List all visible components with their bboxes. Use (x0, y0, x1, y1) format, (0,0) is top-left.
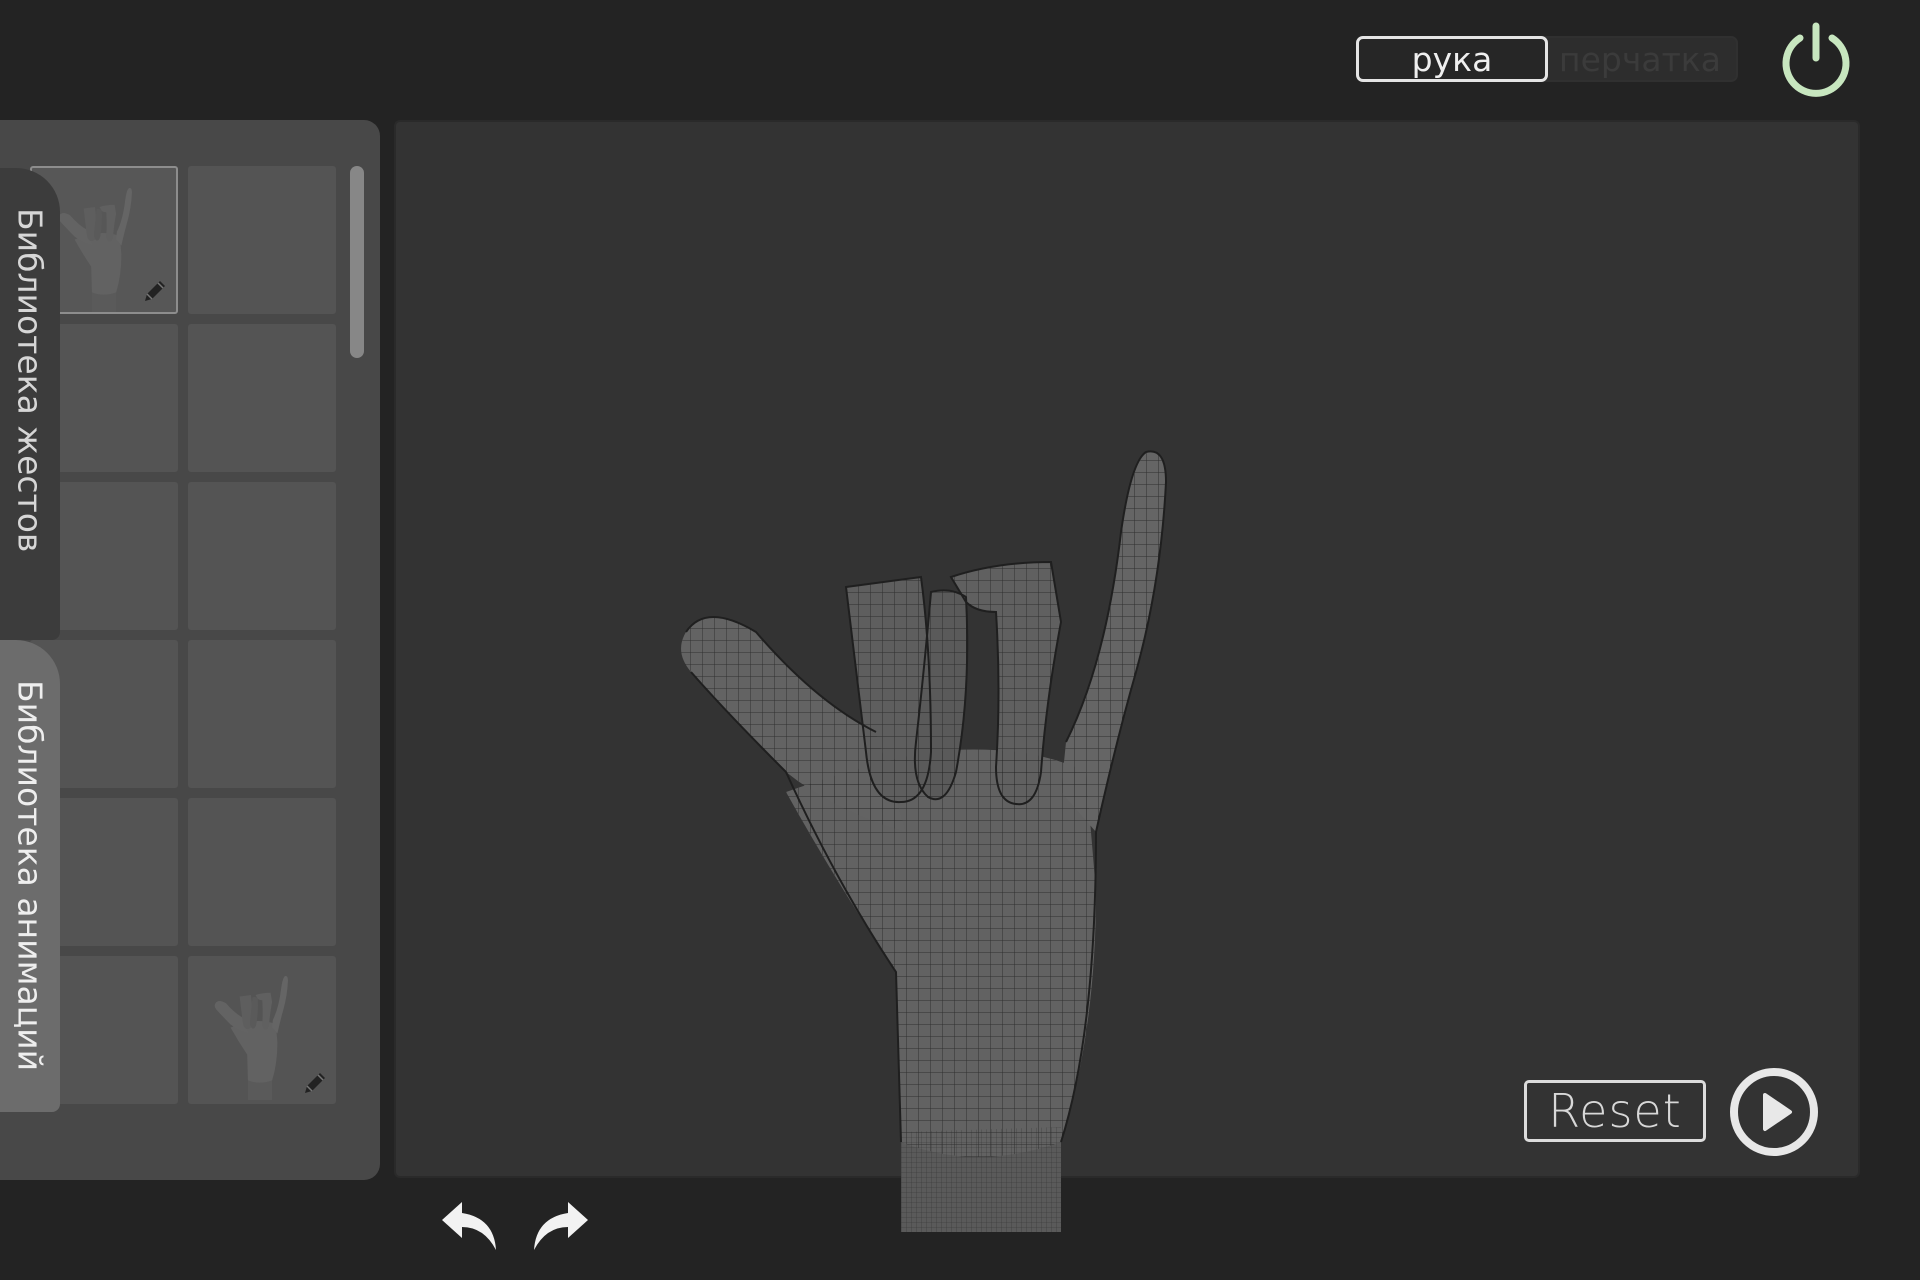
hand-wireframe-model[interactable] (666, 412, 1256, 1232)
scrollbar-thumb[interactable] (350, 166, 364, 358)
redo-icon (534, 1202, 588, 1250)
tab-gesture-library-label: Библиотека жестов (10, 208, 50, 553)
tab-animation-library[interactable]: Библиотека анимаций (0, 640, 60, 1112)
undo-icon (442, 1202, 496, 1250)
hand-gesture-thumbnail-icon (214, 975, 288, 1100)
mode-glove-button[interactable]: перчатка (1542, 36, 1738, 82)
redo-button[interactable] (526, 1196, 592, 1256)
pencil-icon[interactable] (300, 1068, 330, 1098)
power-icon (1782, 22, 1850, 97)
gesture-slot[interactable] (188, 324, 336, 472)
gesture-slot[interactable] (188, 166, 336, 314)
play-button[interactable] (1728, 1066, 1820, 1158)
undo-button[interactable] (438, 1196, 504, 1256)
play-icon (1730, 1068, 1818, 1156)
3d-viewport[interactable]: Reset (394, 120, 1860, 1232)
tab-animation-library-label: Библиотека анимаций (10, 680, 50, 1072)
tab-gesture-library[interactable]: Библиотека жестов (0, 168, 60, 640)
gesture-slot[interactable] (188, 640, 336, 788)
pencil-icon[interactable] (140, 276, 170, 306)
power-button[interactable] (1776, 20, 1856, 100)
gesture-slot[interactable] (188, 798, 336, 946)
gesture-slot[interactable] (188, 482, 336, 630)
reset-button[interactable]: Reset (1524, 1080, 1706, 1142)
mode-hand-button[interactable]: рука (1356, 36, 1548, 82)
gesture-slot[interactable] (188, 956, 336, 1104)
mode-toggle: рука перчатка (1356, 36, 1738, 82)
